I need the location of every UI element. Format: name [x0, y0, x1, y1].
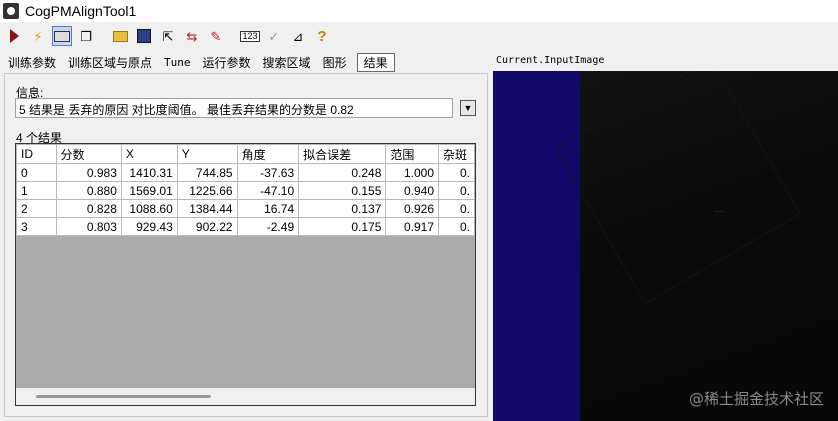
info-message: 5 结果是 丢弃的原因 对比度阈值。 最佳丢弃结果的分数是 0.82 — [15, 98, 453, 118]
cell-x: 1569.01 — [120, 181, 178, 200]
cell-score: 0.983 — [55, 163, 122, 182]
col-angle[interactable]: 角度 — [236, 144, 300, 164]
scrollbar-thumb[interactable] — [36, 395, 211, 398]
arrow-down-icon: ▼ — [463, 103, 473, 113]
col-score[interactable]: 分数 — [55, 144, 122, 164]
tab-train-region[interactable]: 训练区域与原点 — [66, 54, 154, 71]
cell-clutter: 0. — [438, 163, 475, 182]
results-table: ID 分数 X Y 角度 拟合误差 范围 杂斑 0 0.983 1410.31 … — [16, 144, 475, 236]
results-panel: 信息: 5 结果是 丢弃的原因 对比度阈值。 最佳丢弃结果的分数是 0.82 ▼… — [4, 73, 488, 417]
cell-y: 744.85 — [176, 163, 238, 182]
cell-coverage: 1.000 — [385, 163, 440, 182]
table-header-row: ID 分数 X Y 角度 拟合误差 范围 杂斑 — [16, 144, 475, 164]
save-icon[interactable] — [134, 26, 154, 46]
cell-fit-error: 0.155 — [298, 181, 387, 200]
cell-score: 0.880 — [55, 181, 122, 200]
cell-x: 1088.60 — [120, 199, 178, 218]
table-row[interactable]: 3 0.803 929.43 902.22 -2.49 0.175 0.917 … — [16, 217, 475, 236]
help-icon[interactable]: ? — [312, 26, 332, 46]
copy-icon[interactable]: ❐ — [76, 26, 96, 46]
image-display[interactable]: ····· @稀土掘金技术社区 — [493, 71, 838, 421]
counter-icon[interactable]: 123 — [240, 26, 260, 46]
window-title: CogPMAlignTool1 — [25, 3, 137, 19]
col-id[interactable]: ID — [16, 144, 57, 164]
cell-clutter: 0. — [438, 199, 475, 218]
cell-angle: -2.49 — [236, 217, 300, 236]
reset-icon[interactable]: ✎ — [206, 26, 226, 46]
results-grid[interactable]: ID 分数 X Y 角度 拟合误差 范围 杂斑 0 0.983 1410.31 … — [15, 143, 476, 406]
table-row[interactable]: 1 0.880 1569.01 1225.66 -47.10 0.155 0.9… — [16, 181, 475, 200]
cell-coverage: 0.917 — [385, 217, 440, 236]
cell-angle: -47.10 — [236, 181, 300, 200]
open-folder-icon[interactable] — [110, 26, 130, 46]
cell-angle: 16.74 — [236, 199, 300, 218]
cell-coverage: 0.926 — [385, 199, 440, 218]
cell-clutter: 0. — [438, 217, 475, 236]
export-icon[interactable]: ⇱ — [158, 26, 178, 46]
result-marker: ····· — [715, 209, 723, 215]
cell-clutter: 0. — [438, 181, 475, 200]
tab-strip: 训练参数 训练区域与原点 Tune 运行参数 搜索区域 图形 结果 — [0, 52, 490, 72]
import-icon[interactable]: ⇆ — [182, 26, 202, 46]
show-results-icon[interactable] — [52, 26, 72, 46]
check-icon[interactable]: ✓ — [264, 26, 284, 46]
watermark: @稀土掘金技术社区 — [688, 390, 824, 408]
tab-graphics[interactable]: 图形 — [321, 54, 349, 71]
cell-y: 902.22 — [176, 217, 238, 236]
cell-id: 1 — [16, 181, 57, 200]
cell-score: 0.803 — [55, 217, 122, 236]
image-border-region — [493, 71, 580, 421]
toolbar: ⚡ ❐ ⇱ ⇆ ✎ 123 ✓ ⊿ ? — [0, 24, 838, 48]
tab-train-params[interactable]: 训练参数 — [6, 54, 58, 71]
cell-x: 929.43 — [120, 217, 178, 236]
cell-score: 0.828 — [55, 199, 122, 218]
table-row[interactable]: 0 0.983 1410.31 744.85 -37.63 0.248 1.00… — [16, 163, 475, 182]
cell-fit-error: 0.137 — [298, 199, 387, 218]
tab-search-region[interactable]: 搜索区域 — [261, 54, 313, 71]
image-label: Current.InputImage — [496, 55, 605, 66]
col-x[interactable]: X — [120, 144, 178, 164]
col-y[interactable]: Y — [176, 144, 238, 164]
cell-y: 1225.66 — [176, 181, 238, 200]
col-clutter[interactable]: 杂斑 — [438, 144, 475, 164]
title-bar: CogPMAlignTool1 — [0, 0, 838, 22]
col-fit-error[interactable]: 拟合误差 — [298, 144, 387, 164]
cell-id: 0 — [16, 163, 57, 182]
electric-icon[interactable]: ⚡ — [28, 26, 48, 46]
tab-run-params[interactable]: 运行参数 — [201, 54, 253, 71]
cell-angle: -37.63 — [236, 163, 300, 182]
run-icon[interactable] — [4, 26, 24, 46]
cell-coverage: 0.940 — [385, 181, 440, 200]
cell-id: 2 — [16, 199, 57, 218]
cell-fit-error: 0.248 — [298, 163, 387, 182]
tab-results[interactable]: 结果 — [356, 52, 395, 72]
cell-id: 3 — [16, 217, 57, 236]
cell-y: 1384.44 — [176, 199, 238, 218]
measure-icon[interactable]: ⊿ — [288, 26, 308, 46]
cell-x: 1410.31 — [120, 163, 178, 182]
horizontal-scrollbar[interactable] — [16, 388, 475, 405]
table-row[interactable]: 2 0.828 1088.60 1384.44 16.74 0.137 0.92… — [16, 199, 475, 218]
info-expand-button[interactable]: ▼ — [460, 100, 476, 116]
col-coverage[interactable]: 范围 — [385, 144, 440, 164]
cell-fit-error: 0.175 — [298, 217, 387, 236]
tab-tune[interactable]: Tune — [162, 56, 193, 69]
app-icon — [3, 3, 19, 19]
